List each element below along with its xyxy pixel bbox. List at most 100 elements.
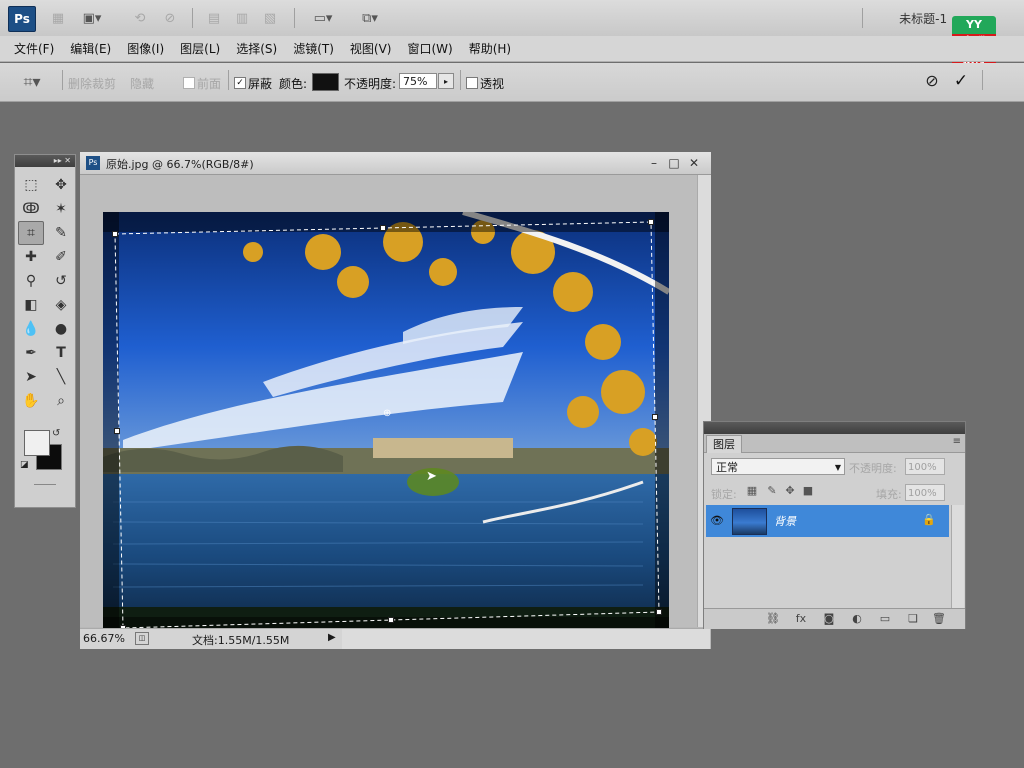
close-icon[interactable]: ✕ bbox=[686, 155, 702, 171]
fill-input[interactable]: 100% bbox=[905, 484, 945, 501]
document-title-bar[interactable]: Ps 原始.jpg @ 66.7%(RGB/8#) – □ ✕ bbox=[80, 152, 711, 175]
eye-icon[interactable]: 👁 bbox=[710, 514, 724, 527]
lock-all-icon[interactable]: ■ bbox=[801, 484, 815, 498]
layers-footer: ⛓ fx ◙ ◐ ▭ ❏ 🗑 bbox=[704, 608, 965, 629]
zoom-tool-icon[interactable]: ⌕ bbox=[48, 389, 74, 413]
crop-handle-left[interactable] bbox=[114, 428, 120, 434]
zoom-level[interactable]: 66.67% bbox=[83, 632, 125, 645]
delete-layer-icon[interactable]: 🗑 bbox=[930, 611, 948, 627]
menu-image[interactable]: 图像(I) bbox=[119, 38, 172, 60]
cancel-crop-button[interactable]: ⊘ bbox=[922, 71, 942, 91]
status-menu-arrow-icon[interactable]: ▶ bbox=[328, 632, 336, 643]
horizontal-scrollbar[interactable] bbox=[342, 628, 710, 649]
adjustment-layer-icon[interactable]: ◐ bbox=[848, 611, 866, 627]
chevron-down-icon: ▼ bbox=[834, 463, 841, 472]
blend-mode-select[interactable]: 正常 ▼ bbox=[711, 458, 845, 475]
commit-crop-button[interactable]: ✓ bbox=[951, 71, 971, 91]
blur-tool-icon[interactable]: 💧 bbox=[18, 317, 44, 341]
tools-panel-header[interactable]: ▸▸ ✕ bbox=[15, 155, 75, 167]
new-group-icon[interactable]: ▭ bbox=[876, 611, 894, 627]
grid-icon: ▧ bbox=[263, 10, 277, 26]
layer-row-background[interactable]: 👁 背景 🔒 bbox=[706, 505, 949, 537]
panel-menu-icon[interactable]: ≡ bbox=[953, 436, 961, 447]
canvas-area[interactable]: ⊕ ➤ bbox=[80, 175, 697, 639]
landscape-photo bbox=[103, 212, 669, 639]
healing-brush-tool-icon[interactable]: ✚ bbox=[18, 245, 44, 269]
pen-tool-icon[interactable]: ✒ bbox=[18, 341, 44, 365]
lock-transparent-icon[interactable]: ▦ bbox=[745, 484, 759, 498]
shield-checkbox[interactable]: ✓ bbox=[234, 77, 246, 89]
crop-tool-icon[interactable]: ⌗ bbox=[18, 221, 44, 245]
paint-bucket-tool-icon[interactable]: ◈ bbox=[48, 293, 74, 317]
minimize-icon[interactable]: – bbox=[646, 155, 662, 171]
crop-handle-top-left[interactable] bbox=[112, 231, 118, 237]
magic-wand-tool-icon[interactable]: ✶ bbox=[48, 197, 74, 221]
menu-help[interactable]: 帮助(H) bbox=[461, 38, 519, 60]
lock-label: 锁定: bbox=[711, 488, 737, 501]
chevron-right-icon[interactable]: ▸ bbox=[438, 73, 454, 89]
layer-opacity-input[interactable]: 100% bbox=[905, 458, 945, 475]
marquee-tool-icon[interactable]: ⬚ bbox=[18, 173, 44, 197]
menu-view[interactable]: 视图(V) bbox=[342, 38, 400, 60]
crop-handle-top[interactable] bbox=[380, 225, 386, 231]
quick-mask-divider bbox=[34, 484, 56, 485]
menu-filter[interactable]: 滤镜(T) bbox=[285, 38, 342, 60]
lock-icon: 🔒 bbox=[922, 513, 936, 526]
document-ps-icon: Ps bbox=[86, 156, 100, 170]
screen-icon[interactable]: ⧉▾ bbox=[352, 9, 388, 27]
menu-bar: 文件(F) 编辑(E) 图像(I) 图层(L) 选择(S) 滤镜(T) 视图(V… bbox=[0, 36, 1024, 62]
crop-tool-preset-icon[interactable]: ⌗▾ bbox=[8, 67, 56, 97]
eraser-tool-icon[interactable]: ◧ bbox=[18, 293, 44, 317]
bridge-icon[interactable]: ▦ bbox=[48, 9, 68, 27]
tab-layers[interactable]: 图层 bbox=[706, 435, 742, 453]
status-info-icon[interactable]: ◫ bbox=[135, 632, 149, 645]
layers-panel: 图层 ≡ 正常 ▼ 不透明度: 100% 锁定: ▦ ✎ ✥ ■ 填充: 100%… bbox=[703, 421, 966, 629]
shield-color-swatch[interactable] bbox=[312, 73, 339, 91]
layer-name[interactable]: 背景 bbox=[774, 513, 796, 529]
lasso-tool-icon[interactable]: ↂ bbox=[18, 197, 44, 221]
workspace-switcher[interactable]: 未标题-1▼ bbox=[899, 10, 960, 27]
lock-position-icon[interactable]: ✥ bbox=[783, 484, 797, 498]
crop-center-icon[interactable]: ⊕ bbox=[383, 408, 391, 419]
clone-stamp-tool-icon[interactable]: ⚲ bbox=[18, 269, 44, 293]
layer-style-icon[interactable]: fx bbox=[792, 611, 810, 627]
menu-window[interactable]: 窗口(W) bbox=[399, 38, 460, 60]
menu-select[interactable]: 选择(S) bbox=[228, 38, 285, 60]
dodge-tool-icon[interactable]: ● bbox=[48, 317, 74, 341]
brand-top: YY bbox=[952, 16, 996, 34]
link-layers-icon[interactable]: ⛓ bbox=[764, 611, 782, 627]
new-layer-icon[interactable]: ❏ bbox=[904, 611, 922, 627]
brush-tool-icon[interactable]: ✐ bbox=[48, 245, 74, 269]
type-tool-icon[interactable]: T bbox=[48, 341, 74, 365]
swap-colors-icon[interactable]: ↺ bbox=[52, 428, 60, 439]
menu-file[interactable]: 文件(F) bbox=[6, 38, 62, 60]
add-mask-icon[interactable]: ◙ bbox=[820, 611, 838, 627]
menu-edit[interactable]: 编辑(E) bbox=[62, 38, 119, 60]
foreground-color-swatch[interactable] bbox=[24, 430, 50, 456]
document-title: 原始.jpg @ 66.7%(RGB/8#) bbox=[106, 158, 254, 171]
crop-handle-top-right[interactable] bbox=[648, 219, 654, 225]
layers-panel-header[interactable] bbox=[704, 422, 965, 434]
move-tool-icon[interactable]: ✥ bbox=[48, 173, 74, 197]
path-selection-tool-icon[interactable]: ➤ bbox=[18, 365, 44, 389]
default-colors-icon[interactable]: ◪ bbox=[20, 460, 29, 470]
line-tool-icon[interactable]: ╲ bbox=[48, 365, 74, 389]
perspective-checkbox[interactable] bbox=[466, 77, 478, 89]
eyedropper-tool-icon[interactable]: ✎ bbox=[48, 221, 74, 245]
opacity-input[interactable]: 75% bbox=[399, 73, 437, 89]
photoshop-logo[interactable]: Ps bbox=[8, 6, 36, 32]
hand-tool-icon[interactable]: ✋ bbox=[18, 389, 44, 413]
crop-handle-bottom[interactable] bbox=[388, 617, 394, 623]
menu-layer[interactable]: 图层(L) bbox=[172, 38, 228, 60]
history-brush-tool-icon[interactable]: ↺ bbox=[48, 269, 74, 293]
maximize-icon[interactable]: □ bbox=[666, 155, 682, 171]
crop-handle-bottom-right[interactable] bbox=[656, 609, 662, 615]
front-checkbox bbox=[183, 77, 195, 89]
layers-scrollbar[interactable] bbox=[951, 505, 964, 609]
lock-pixels-icon[interactable]: ✎ bbox=[765, 484, 779, 498]
document-image[interactable]: ⊕ ➤ bbox=[103, 212, 669, 639]
arrange-icon[interactable]: ▭▾ bbox=[306, 9, 340, 27]
screen-mode-icon[interactable]: ▣▾ bbox=[82, 9, 102, 27]
document-window: Ps 原始.jpg @ 66.7%(RGB/8#) – □ ✕ ⊕ ➤ 66.6… bbox=[79, 151, 712, 650]
crop-handle-right[interactable] bbox=[652, 414, 658, 420]
